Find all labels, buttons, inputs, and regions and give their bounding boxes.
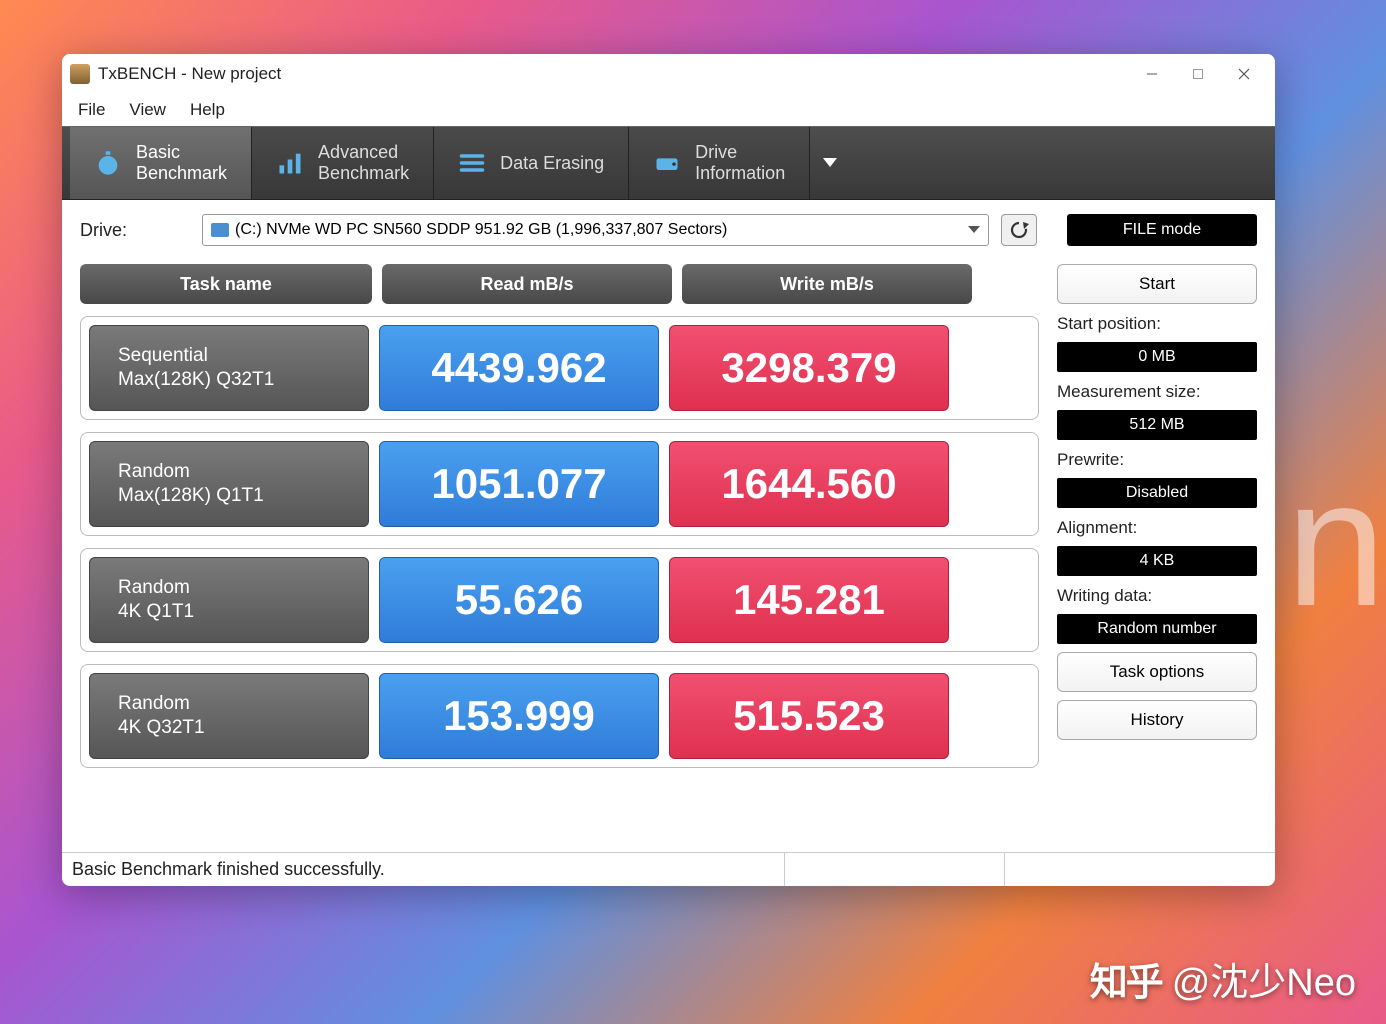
main-area: Task name Read mB/s Write mB/s Sequentia… <box>62 256 1275 852</box>
read-value: 4439.962 <box>379 325 659 411</box>
task-button[interactable]: Random 4K Q1T1 <box>89 557 369 643</box>
chevron-down-icon <box>968 221 980 239</box>
status-segment <box>785 853 1005 886</box>
refresh-icon <box>1009 220 1029 240</box>
refresh-button[interactable] <box>1001 214 1037 246</box>
side-panel: Start Start position: 0 MB Measurement s… <box>1057 264 1257 840</box>
start-button[interactable]: Start <box>1057 264 1257 304</box>
table-row: Random 4K Q32T1 153.999 515.523 <box>80 664 1039 768</box>
task-button[interactable]: Random 4K Q32T1 <box>89 673 369 759</box>
write-value: 3298.379 <box>669 325 949 411</box>
read-value: 153.999 <box>379 673 659 759</box>
drive-label: Drive: <box>80 220 190 241</box>
task-button[interactable]: Sequential Max(128K) Q32T1 <box>89 325 369 411</box>
start-position-label: Start position: <box>1057 314 1257 334</box>
file-mode-button[interactable]: FILE mode <box>1067 214 1257 246</box>
start-position-value[interactable]: 0 MB <box>1057 342 1257 372</box>
task-name-line1: Random <box>118 692 368 716</box>
close-button[interactable] <box>1221 58 1267 90</box>
prewrite-value[interactable]: Disabled <box>1057 478 1257 508</box>
read-value: 55.626 <box>379 557 659 643</box>
task-button[interactable]: Random Max(128K) Q1T1 <box>89 441 369 527</box>
tab-drive-information[interactable]: Drive Information <box>629 127 810 199</box>
watermark-user: @沈少Neo <box>1172 951 1356 1006</box>
task-name-line2: Max(128K) Q1T1 <box>118 484 368 508</box>
measurement-size-value[interactable]: 512 MB <box>1057 410 1257 440</box>
toolbar: Basic Benchmark Advanced Benchmark Data … <box>62 126 1275 200</box>
prewrite-label: Prewrite: <box>1057 450 1257 470</box>
titlebar[interactable]: TxBENCH - New project <box>62 54 1275 94</box>
drive-icon <box>653 149 681 177</box>
menu-view[interactable]: View <box>119 96 176 124</box>
chevron-down-icon <box>823 158 837 168</box>
status-text: Basic Benchmark finished successfully. <box>72 853 785 886</box>
table-header: Task name Read mB/s Write mB/s <box>80 264 1039 304</box>
menu-file[interactable]: File <box>68 96 115 124</box>
task-name-line2: 4K Q1T1 <box>118 600 368 624</box>
tab-label: Data Erasing <box>500 153 604 174</box>
tab-basic-benchmark[interactable]: Basic Benchmark <box>70 127 252 199</box>
tab-advanced-benchmark[interactable]: Advanced Benchmark <box>252 127 434 199</box>
table-row: Random 4K Q1T1 55.626 145.281 <box>80 548 1039 652</box>
tab-data-erasing[interactable]: Data Erasing <box>434 127 629 199</box>
bars-icon <box>276 149 304 177</box>
watermark: 知乎 @沈少Neo <box>1090 951 1356 1006</box>
writing-data-label: Writing data: <box>1057 586 1257 606</box>
drive-select[interactable]: (C:) NVMe WD PC SN560 SDDP 951.92 GB (1,… <box>202 214 989 246</box>
measurement-size-label: Measurement size: <box>1057 382 1257 402</box>
table-row: Random Max(128K) Q1T1 1051.077 1644.560 <box>80 432 1039 536</box>
background-text: n <box>1286 440 1386 647</box>
menu-help[interactable]: Help <box>180 96 235 124</box>
write-value: 1644.560 <box>669 441 949 527</box>
benchmark-table: Task name Read mB/s Write mB/s Sequentia… <box>80 264 1039 840</box>
drive-row: Drive: (C:) NVMe WD PC SN560 SDDP 951.92… <box>62 200 1275 256</box>
erase-icon <box>458 149 486 177</box>
tab-label: Basic Benchmark <box>136 142 227 183</box>
disk-icon <box>211 223 229 237</box>
app-window: TxBENCH - New project File View Help Bas… <box>62 54 1275 886</box>
task-name-line1: Sequential <box>118 344 368 368</box>
stopwatch-icon <box>94 149 122 177</box>
minimize-button[interactable] <box>1129 58 1175 90</box>
tab-label: Advanced Benchmark <box>318 142 409 183</box>
tab-label: Drive Information <box>695 142 785 183</box>
zhihu-logo: 知乎 <box>1090 951 1162 1006</box>
toolbar-dropdown[interactable] <box>810 127 850 199</box>
status-segment <box>1005 853 1265 886</box>
statusbar: Basic Benchmark finished successfully. <box>62 852 1275 886</box>
write-value: 145.281 <box>669 557 949 643</box>
writing-data-value[interactable]: Random number <box>1057 614 1257 644</box>
header-write: Write mB/s <box>682 264 972 304</box>
header-read: Read mB/s <box>382 264 672 304</box>
task-name-line2: Max(128K) Q32T1 <box>118 368 368 392</box>
alignment-value[interactable]: 4 KB <box>1057 546 1257 576</box>
history-button[interactable]: History <box>1057 700 1257 740</box>
maximize-button[interactable] <box>1175 58 1221 90</box>
write-value: 515.523 <box>669 673 949 759</box>
task-name-line1: Random <box>118 460 368 484</box>
table-row: Sequential Max(128K) Q32T1 4439.962 3298… <box>80 316 1039 420</box>
window-title: TxBENCH - New project <box>98 64 1129 84</box>
menubar: File View Help <box>62 94 1275 126</box>
read-value: 1051.077 <box>379 441 659 527</box>
app-icon <box>70 64 90 84</box>
alignment-label: Alignment: <box>1057 518 1257 538</box>
task-name-line2: 4K Q32T1 <box>118 716 368 740</box>
task-options-button[interactable]: Task options <box>1057 652 1257 692</box>
task-name-line1: Random <box>118 576 368 600</box>
header-task: Task name <box>80 264 372 304</box>
drive-value: (C:) NVMe WD PC SN560 SDDP 951.92 GB (1,… <box>235 221 727 239</box>
